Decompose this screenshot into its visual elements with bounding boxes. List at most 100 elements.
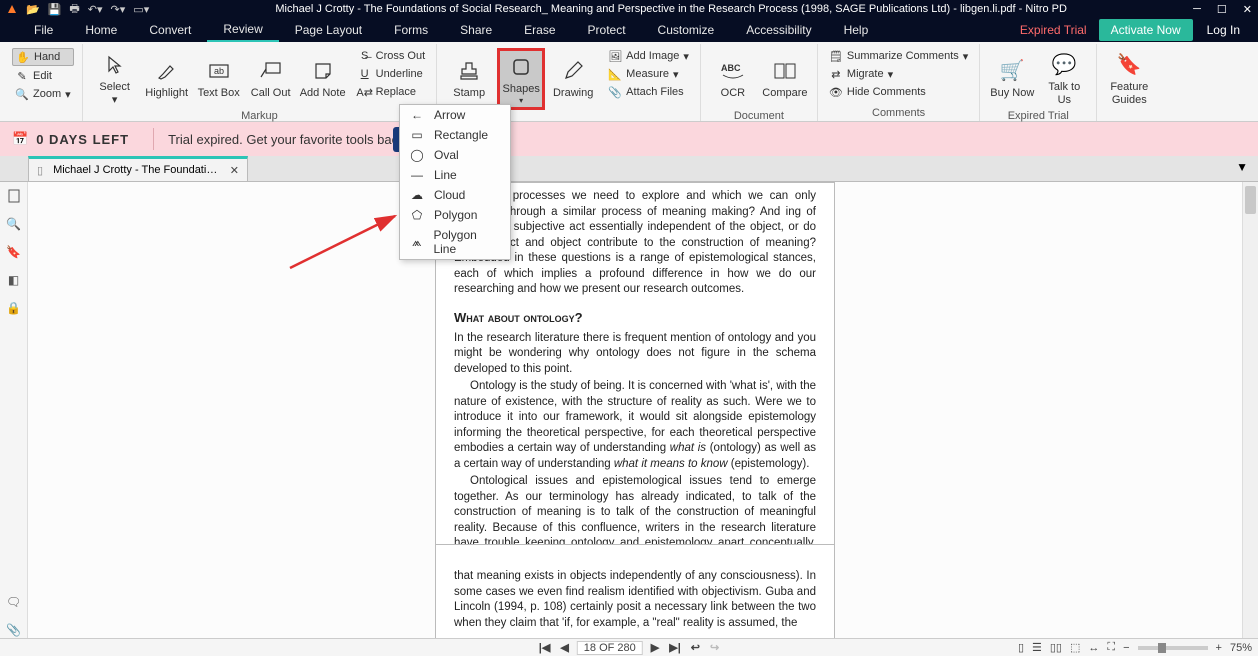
activate-now-button[interactable]: Activate Now: [1099, 19, 1193, 41]
security-panel-icon[interactable]: 🔒: [6, 300, 22, 316]
document-view[interactable]: gs whose processes we need to explore an…: [28, 182, 1242, 638]
search-panel-icon[interactable]: 🔍: [6, 216, 22, 232]
view-single-icon[interactable]: ▯: [1018, 641, 1024, 654]
shapes-button[interactable]: Shapes▾: [497, 48, 545, 110]
view-facing-continuous-icon[interactable]: ⬚: [1070, 641, 1080, 654]
textbox-icon: ab: [205, 57, 233, 85]
document-group-label: Document: [709, 110, 809, 124]
menu-pagelayout[interactable]: Page Layout: [279, 19, 378, 41]
attachments-panel-icon[interactable]: 📎: [6, 622, 22, 638]
pages-panel-icon[interactable]: [6, 188, 22, 204]
markup-group-label: Markup: [91, 110, 429, 124]
fit-width-icon[interactable]: ↔: [1088, 642, 1099, 654]
page-indicator[interactable]: 18 OF 280: [577, 641, 643, 655]
talktous-button[interactable]: 💬Talk to Us: [1040, 48, 1088, 110]
shape-arrow[interactable]: ←Arrow: [400, 105, 510, 125]
body-text: that meaning exists in objects independe…: [454, 569, 816, 631]
zoom-slider[interactable]: [1138, 646, 1208, 650]
save-icon[interactable]: 💾: [48, 3, 62, 16]
menu-customize[interactable]: Customize: [642, 19, 731, 41]
prev-page-button[interactable]: ◀: [558, 641, 570, 654]
textbox-button[interactable]: abText Box: [195, 48, 243, 110]
layers-panel-icon[interactable]: ◧: [6, 272, 22, 288]
stamp-button[interactable]: Stamp: [445, 48, 493, 110]
comments-panel-icon[interactable]: 🗨: [6, 594, 22, 610]
vertical-scrollbar[interactable]: [1242, 182, 1258, 638]
ocr-button[interactable]: ABCOCR: [709, 48, 757, 110]
close-button[interactable]: ✕: [1243, 3, 1252, 16]
prev-view-button[interactable]: ↩: [689, 641, 702, 654]
bookmarks-panel-icon[interactable]: 🔖: [6, 244, 22, 260]
migrate-button[interactable]: ⇄Migrate ▾: [826, 66, 971, 82]
addimage-button[interactable]: 🖼Add Image ▾: [605, 48, 692, 64]
note-icon: [309, 57, 337, 85]
shape-polygonline[interactable]: ⩕Polygon Line: [400, 225, 510, 259]
close-tab-icon[interactable]: ✕: [230, 164, 239, 177]
tabstrip-chevron-icon[interactable]: ▼: [1236, 160, 1248, 174]
shape-polygon[interactable]: ⬠Polygon: [400, 205, 510, 225]
callout-button[interactable]: Call Out: [247, 48, 295, 110]
minimize-button[interactable]: ─: [1193, 3, 1201, 16]
view-facing-icon[interactable]: ▯▯: [1050, 641, 1062, 654]
featureguides-button[interactable]: 🔖Feature Guides: [1105, 48, 1153, 110]
document-tab[interactable]: ▯ Michael J Crotty - The Foundation... ✕: [28, 156, 248, 181]
print-icon[interactable]: 🖶: [69, 0, 79, 19]
menu-home[interactable]: Home: [69, 19, 133, 41]
underline-button[interactable]: UUnderline: [355, 66, 429, 82]
banner-message: Trial expired. Get your favorite tools b…: [168, 132, 398, 147]
stamp-icon: [455, 57, 483, 85]
measure-button[interactable]: 📐Measure ▾: [605, 66, 692, 82]
document-tab-label: Michael J Crotty - The Foundation...: [53, 164, 220, 176]
menu-protect[interactable]: Protect: [572, 19, 642, 41]
highlighter-icon: [153, 57, 181, 85]
hide-comments-button[interactable]: 👁Hide Comments: [826, 84, 971, 100]
attachfiles-button[interactable]: 📎Attach Files: [605, 84, 692, 100]
view-continuous-icon[interactable]: ☰: [1032, 641, 1042, 654]
compare-icon: [771, 57, 799, 85]
zoom-out-button[interactable]: −: [1123, 642, 1129, 654]
open-icon[interactable]: 📂: [26, 3, 40, 16]
highlight-button[interactable]: Highlight: [143, 48, 191, 110]
menu-share[interactable]: Share: [444, 19, 508, 41]
menu-review[interactable]: Review: [207, 18, 278, 42]
edit-tool[interactable]: ✎Edit: [12, 68, 74, 84]
hand-tool[interactable]: ✋Hand: [12, 48, 74, 66]
addnote-button[interactable]: Add Note: [299, 48, 347, 110]
menu-erase[interactable]: Erase: [508, 19, 571, 41]
undo-icon[interactable]: ↶▾: [88, 3, 103, 16]
zoom-level[interactable]: 75%: [1230, 642, 1252, 654]
crossout-button[interactable]: S̶Cross Out: [355, 48, 429, 64]
redo-icon[interactable]: ↷▾: [111, 3, 126, 16]
zoom-in-button[interactable]: +: [1216, 642, 1222, 654]
shape-oval[interactable]: ◯Oval: [400, 145, 510, 165]
zoom-tool[interactable]: 🔍Zoom ▾: [12, 86, 74, 102]
next-view-button[interactable]: ↪: [708, 641, 721, 654]
shape-cloud[interactable]: ☁Cloud: [400, 185, 510, 205]
quick-access-toolbar: 📂 💾 🖶 ↶▾ ↷▾ ▭▾: [6, 0, 149, 19]
callout-icon: [257, 57, 285, 85]
fit-page-icon[interactable]: ⛶: [1107, 641, 1115, 654]
buynow-button[interactable]: 🛒Buy Now: [988, 48, 1036, 110]
summarize-comments-button[interactable]: 🗒Summarize Comments ▾: [826, 48, 971, 64]
shape-rectangle[interactable]: ▭Rectangle: [400, 125, 510, 145]
first-page-button[interactable]: |◀: [537, 641, 553, 654]
menu-forms[interactable]: Forms: [378, 19, 444, 41]
menu-accessibility[interactable]: Accessibility: [730, 19, 827, 41]
menu-file[interactable]: File: [18, 19, 69, 41]
replace-button[interactable]: A⇄Replace: [355, 84, 429, 100]
maximize-button[interactable]: ☐: [1217, 3, 1227, 16]
next-page-button[interactable]: ▶: [649, 641, 661, 654]
last-page-button[interactable]: ▶|: [667, 641, 683, 654]
scrollbar-thumb[interactable]: [1245, 186, 1256, 214]
menu-convert[interactable]: Convert: [133, 19, 207, 41]
pencil-icon: [559, 57, 587, 85]
menu-help[interactable]: Help: [828, 19, 885, 41]
compare-button[interactable]: Compare: [761, 48, 809, 110]
pdf-icon: ▯: [37, 164, 43, 177]
login-button[interactable]: Log In: [1207, 23, 1240, 37]
shape-line[interactable]: —Line: [400, 165, 510, 185]
qat-more-icon[interactable]: ▭▾: [133, 3, 149, 16]
select-button[interactable]: Select▾: [91, 48, 139, 110]
guide-icon: 🔖: [1115, 51, 1143, 79]
drawing-button[interactable]: Drawing: [549, 48, 597, 110]
